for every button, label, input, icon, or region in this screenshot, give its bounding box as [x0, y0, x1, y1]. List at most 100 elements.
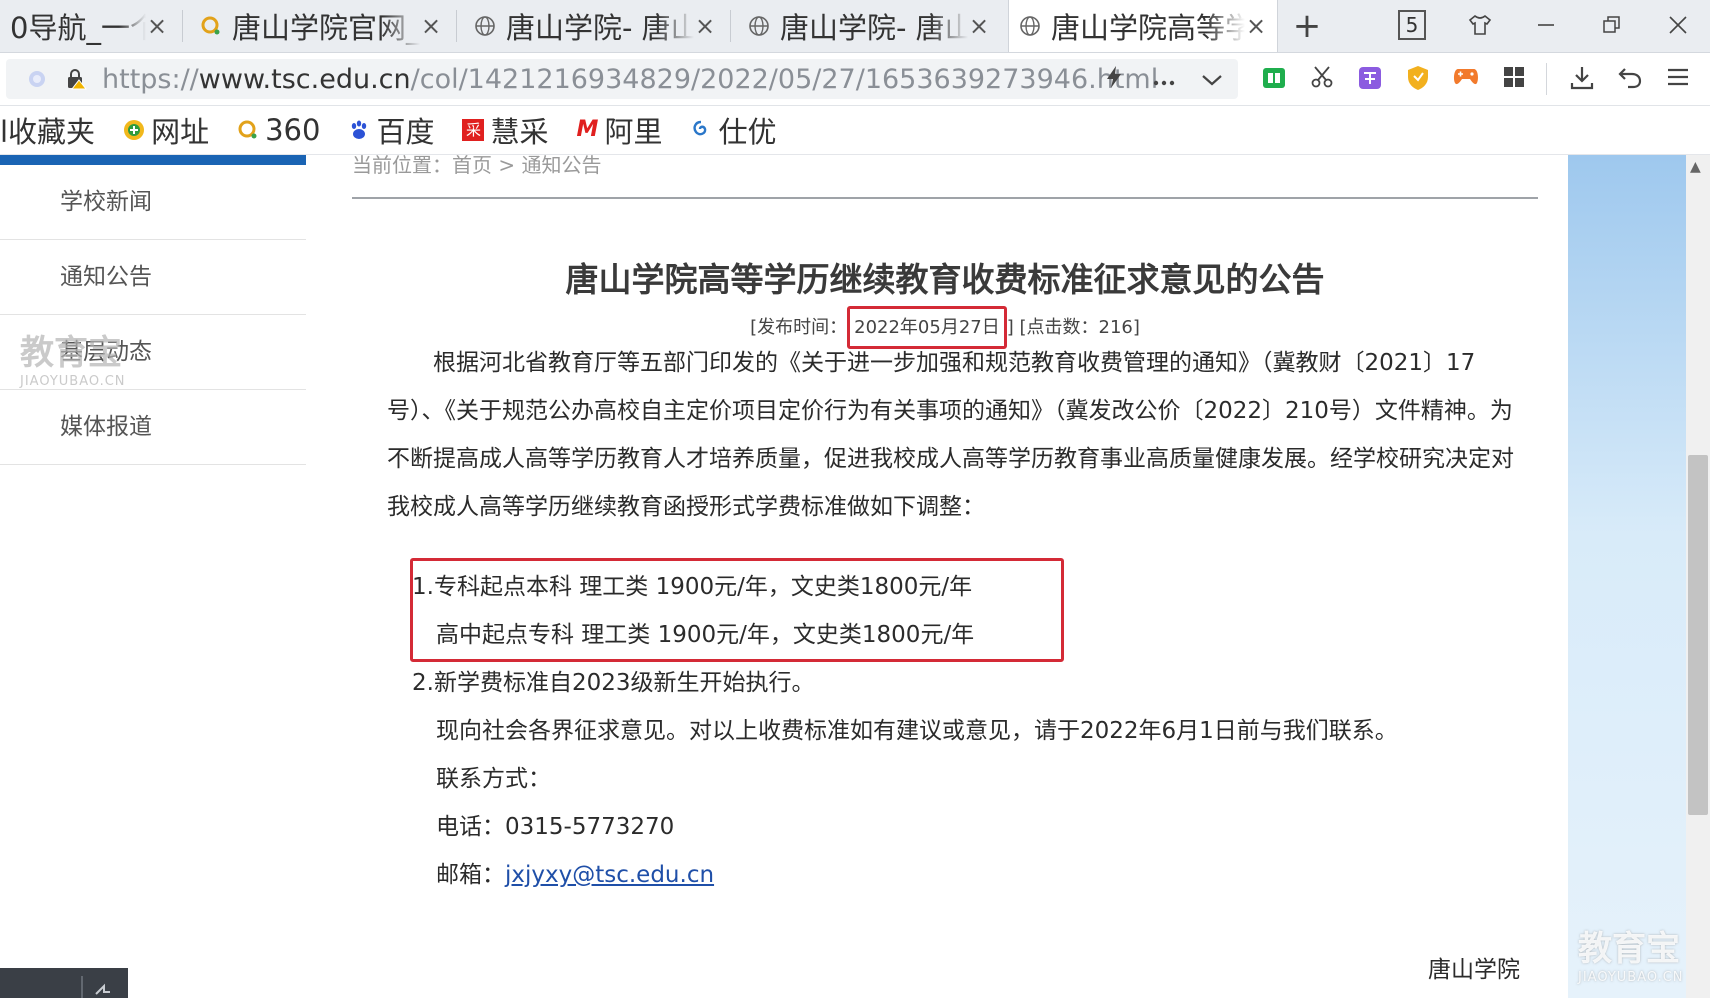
swirl-icon [693, 120, 707, 136]
tab-5-active[interactable]: 唐山学院高等学 × [1008, 0, 1278, 52]
tab-close-icon[interactable]: × [968, 12, 990, 40]
tab-label: 唐山学院官网_ [232, 11, 420, 45]
apps-grid-icon[interactable] [1500, 65, 1528, 93]
close-window-icon[interactable] [1660, 6, 1696, 44]
tab-close-icon[interactable]: × [1245, 12, 1267, 40]
tab-strip: 0导航_一个 × 唐山学院官网_ × 唐山学院- 唐山 × 唐山学院- 唐山 ×… [0, 0, 1710, 53]
article-intro: 根据河北省教育厅等五部门印发的《关于进一步加强和规范教育收费管理的通知》（冀教财… [387, 339, 1522, 531]
url-path: /col/1421216934829/2022/05/27/1653639273… [410, 63, 1159, 95]
email-link[interactable]: jxjyxy@tsc.edu.cn [505, 862, 714, 888]
tab-1[interactable]: 0导航_一个 × [0, 0, 178, 52]
tab-separator [456, 10, 457, 42]
bookmark-shiyou[interactable]: 仕优 [690, 109, 777, 151]
tab-count-badge[interactable]: 5 [1398, 10, 1426, 40]
page-side-decoration [1568, 155, 1686, 998]
globe-icon [749, 16, 769, 36]
globe-icon [1020, 16, 1040, 36]
sidebar-item-notices[interactable]: 通知公告 [0, 240, 306, 315]
minimize-icon[interactable] [1528, 6, 1564, 44]
tab-close-icon[interactable]: × [694, 12, 716, 40]
baidu-paw-icon [352, 120, 367, 139]
url-host: www.tsc.edu.cn [198, 63, 411, 95]
bookmarks-bar: l收藏夹 网址 360 百度 采 慧采 M 阿里 仕优 [0, 106, 1710, 155]
bookmark-label: 仕优 [718, 115, 777, 149]
translate-icon[interactable] [1356, 65, 1384, 93]
scrollbar-thumb[interactable] [1688, 455, 1708, 815]
bookmark-label: 360 [265, 113, 321, 147]
sidebar-item-media[interactable]: 媒体报道 [0, 390, 306, 465]
watermark-logo: 教育宝 JIAOYUBAO.CN [20, 325, 126, 389]
divider [352, 197, 1538, 199]
contact-label: 联系方式： [436, 766, 551, 792]
globe-icon [475, 16, 495, 36]
restore-window-icon[interactable] [1594, 6, 1630, 44]
sidebar-item-school-news[interactable]: 学校新闻 [0, 165, 306, 240]
watermark-text: 教育宝 [20, 333, 122, 373]
bookmark-label: 网址 [151, 115, 210, 149]
360-icon [238, 120, 257, 139]
meta-suffix: ] [点击数：216] [1006, 317, 1140, 338]
request-text: 现向社会各界征求意见。对以上收费标准如有建议或意见，请于2022年6月1日前与我… [436, 718, 1398, 744]
site-favicon-icon [29, 71, 45, 87]
huicai-icon: 采 [462, 119, 485, 141]
lightning-icon[interactable] [1100, 65, 1128, 93]
page-title: 唐山学院高等学历继续教育收费标准征求意见的公告 [565, 260, 1325, 299]
tab-label: 唐山学院高等学 [1051, 11, 1245, 45]
toolbar-separator [1546, 63, 1547, 95]
tab-4[interactable]: 唐山学院- 唐山 × [738, 0, 1000, 52]
plus-circle-icon [124, 120, 145, 140]
tab-2[interactable]: 唐山学院官网_ × [190, 0, 452, 52]
new-tab-button[interactable]: + [1292, 6, 1322, 46]
tab-label: 0导航_一个 [10, 11, 146, 45]
page-viewport: 学校新闻 通知公告 基层动态 媒体报道 教育宝 JIAOYUBAO.CN 当前位… [0, 155, 1710, 998]
skin-shirt-icon[interactable] [1462, 6, 1498, 44]
scroll-up-arrow-icon[interactable]: ▲ [1690, 159, 1701, 175]
navigation-bar: https://www.tsc.edu.cn/col/1421216934829… [0, 53, 1710, 106]
gamepad-icon[interactable] [1452, 65, 1480, 93]
meta-prefix: [发布时间： [750, 317, 848, 338]
tab-label: 唐山学院- 唐山 [780, 11, 968, 45]
bookmark-baidu[interactable]: 百度 [348, 109, 434, 151]
bookmark-huicai[interactable]: 采 慧采 [462, 109, 548, 151]
tab-label: 唐山学院- 唐山 [506, 11, 694, 45]
bookmark-label: 阿里 [604, 115, 663, 149]
bookmark-label: 百度 [376, 115, 435, 149]
ali-m-icon: M [576, 117, 599, 142]
fee-item-1: 1.专科起点本科 理工类 1900元/年，文史类1800元/年 [412, 574, 973, 600]
tab-close-icon[interactable]: × [146, 12, 168, 40]
back-arrow-icon [81, 976, 110, 998]
download-icon[interactable] [1568, 65, 1596, 93]
sidebar-accent-bar [0, 155, 306, 165]
sidebar: 学校新闻 通知公告 基层动态 媒体报道 [0, 155, 306, 465]
watermark-subtext: JIAOYUBAO.CN [1578, 970, 1684, 985]
shield-icon[interactable] [1404, 65, 1432, 93]
watermark-subtext: JIAOYUBAO.CN [20, 374, 126, 389]
url-scheme: https:// [102, 63, 199, 95]
intro-paragraph: 根据河北省教育厅等五部门印发的《关于进一步加强和规范教育收费管理的通知》（冀教财… [387, 350, 1514, 520]
reading-book-icon[interactable] [1260, 65, 1288, 93]
signature: 唐山学院 [1428, 957, 1520, 983]
tab-separator [730, 10, 731, 42]
floating-control[interactable] [0, 968, 128, 998]
email-label: 邮箱： [436, 862, 505, 888]
article-meta: [发布时间： 2022年05月27日] [点击数：216] [352, 306, 1538, 349]
bookmark-ali[interactable]: M 阿里 [576, 109, 663, 151]
watermark-text: 教育宝 [1578, 929, 1680, 969]
contact-email-row: 邮箱：jxjyxy@tsc.edu.cn [436, 855, 714, 889]
more-options-icon[interactable] [1150, 65, 1178, 93]
insecure-lock-icon[interactable] [64, 67, 88, 91]
contact-phone: 电话：0315-5773270 [436, 814, 675, 840]
chevron-down-icon[interactable] [1198, 65, 1226, 93]
bookmark-360[interactable]: 360 [237, 113, 320, 147]
tab-3[interactable]: 唐山学院- 唐山 × [464, 0, 726, 52]
menu-icon[interactable] [1664, 65, 1692, 93]
bookmark-wangzhi[interactable]: 网址 [123, 109, 209, 151]
address-bar[interactable]: https://www.tsc.edu.cn/col/1421216934829… [6, 59, 1238, 99]
bookmark-favorites[interactable]: l收藏夹 [0, 109, 95, 151]
360-icon [201, 16, 220, 35]
bookmark-label: l收藏夹 [0, 115, 96, 149]
bookmark-label: 慧采 [490, 115, 549, 149]
undo-icon[interactable] [1616, 65, 1644, 93]
tab-close-icon[interactable]: × [420, 12, 442, 40]
scissors-icon[interactable] [1308, 65, 1336, 93]
